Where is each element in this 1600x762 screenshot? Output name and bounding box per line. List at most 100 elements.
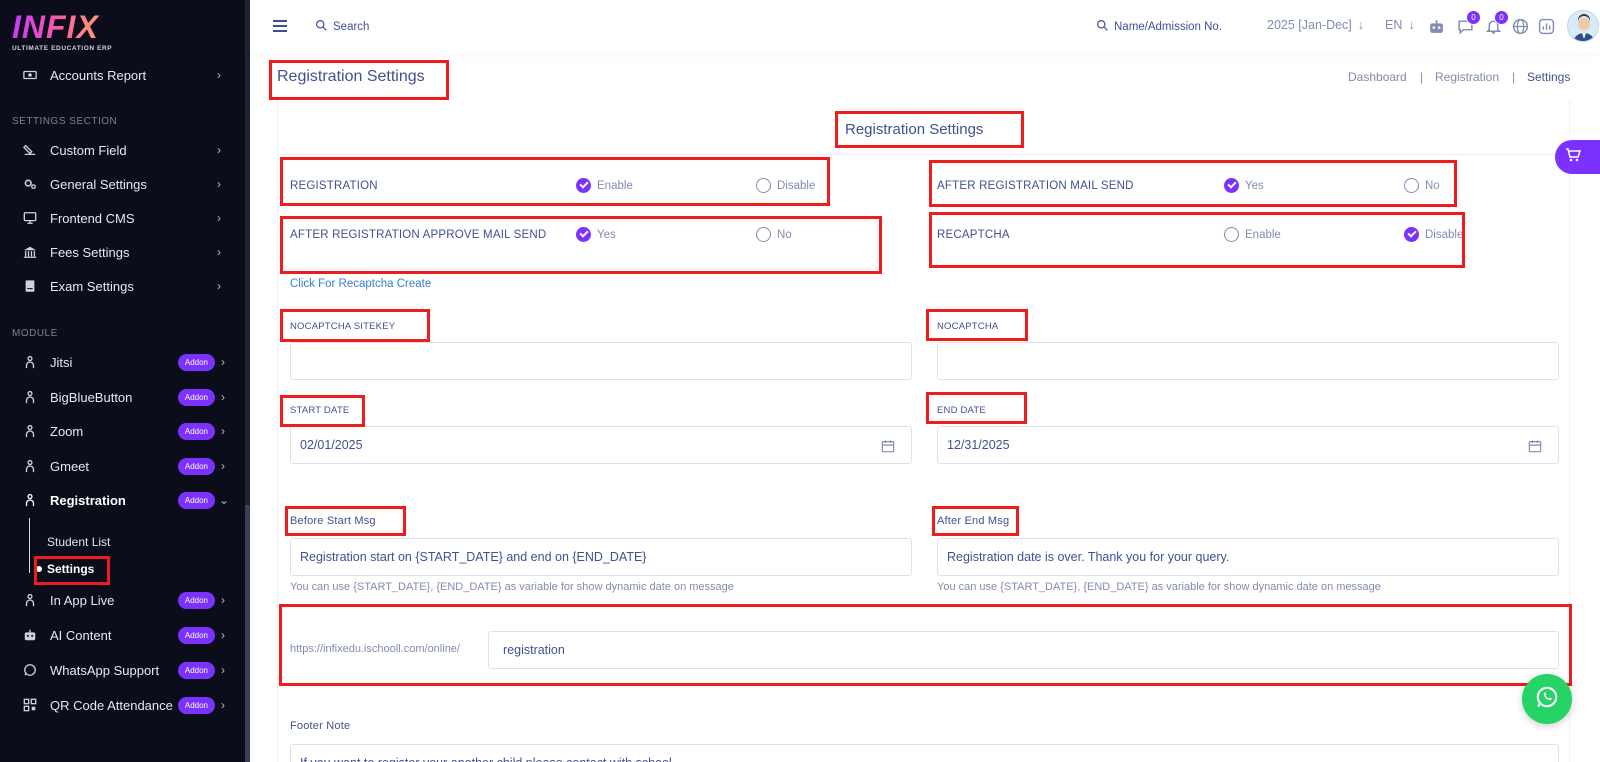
before-start-msg-hint: You can use {START_DATE}, {END_DATE} as … (290, 581, 734, 593)
sidebar-item-frontend-cms[interactable]: Frontend CMS › (0, 201, 245, 235)
calendar-icon[interactable] (881, 439, 895, 453)
hamburger-menu-icon[interactable] (272, 18, 288, 34)
addon-badge: Addon (177, 591, 215, 609)
radio-checked-icon (576, 178, 591, 193)
user-avatar[interactable] (1567, 10, 1599, 42)
sidebar-scrollbar-thumb[interactable] (245, 505, 250, 762)
sidebar-item-label: Accounts Report (50, 67, 147, 83)
approve-mail-yes-radio[interactable]: Yes (576, 227, 616, 242)
registration-disable-radio[interactable]: Disable (756, 178, 815, 193)
footer-note-label: Footer Note (290, 720, 351, 732)
sidebar-subitem-settings[interactable]: Settings (47, 562, 94, 576)
person-icon (23, 593, 37, 607)
recaptcha-enable-radio[interactable]: Enable (1224, 227, 1281, 242)
sidebar-item-ai-content[interactable]: AI Content Addon › (0, 618, 245, 652)
logo[interactable]: INFIX ULTIMATE EDUCATION ERP (12, 10, 112, 56)
nocaptcha-label: NOCAPTCHA (937, 321, 999, 332)
logo-tagline: ULTIMATE EDUCATION ERP (12, 45, 113, 52)
card-divider (277, 154, 1570, 155)
chevron-right-icon: › (221, 593, 225, 607)
start-date-input[interactable]: 02/01/2025 (290, 426, 912, 464)
before-start-msg-input[interactable]: Registration start on {START_DATE} and e… (290, 538, 912, 576)
cart-icon (1565, 147, 1582, 168)
recaptcha-create-link[interactable]: Click For Recaptcha Create (290, 278, 431, 290)
recaptcha-label: RECAPTCHA (937, 229, 1010, 241)
money-icon (23, 68, 37, 82)
after-end-msg-hint: You can use {START_DATE}, {END_DATE} as … (937, 581, 1381, 593)
card-title: Registration Settings (845, 121, 984, 138)
sidebar: INFIX ULTIMATE EDUCATION ERP Accounts Re… (0, 0, 250, 762)
after-end-msg-input[interactable]: Registration date is over. Thank you for… (937, 538, 1559, 576)
person-icon (23, 390, 37, 404)
before-start-msg-label: Before Start Msg (290, 515, 376, 527)
global-search[interactable]: Search (315, 19, 369, 35)
chart-icon[interactable] (1536, 16, 1556, 36)
radio-label: Yes (597, 228, 616, 241)
sidebar-item-qr-code-attendance[interactable]: QR Code Attendance Addon › (0, 688, 245, 722)
addon-badge: Addon (177, 626, 215, 644)
sidebar-item-whatsapp-support[interactable]: WhatsApp Support Addon › (0, 653, 245, 687)
sidebar-item-zoom[interactable]: Zoom Addon › (0, 414, 245, 448)
sidebar-item-label: Exam Settings (50, 278, 134, 294)
radio-unchecked-icon (756, 178, 771, 193)
sidebar-item-label: Frontend CMS (50, 210, 135, 226)
gear-icon (23, 177, 37, 191)
radio-label: Yes (1245, 179, 1264, 192)
sidebar-item-general-settings[interactable]: General Settings › (0, 167, 245, 201)
sidebar-item-fees-settings[interactable]: Fees Settings › (0, 235, 245, 269)
chevron-right-icon: › (221, 459, 225, 473)
language-select[interactable]: EN ↓ (1385, 18, 1415, 32)
admission-search-label: Name/Admission No. (1114, 21, 1223, 33)
person-icon (23, 424, 37, 438)
footer-note-input[interactable]: If you want to register your another chi… (290, 744, 1559, 762)
cart-button[interactable] (1555, 140, 1600, 174)
session-select[interactable]: 2025 [Jan-Dec] ↓ (1267, 18, 1364, 32)
url-slug-input[interactable]: registration (488, 631, 1559, 669)
globe-icon[interactable] (1510, 16, 1530, 36)
chevron-down-icon: ⌄ (219, 493, 230, 507)
nocaptcha-sitekey-input[interactable] (290, 342, 912, 380)
end-date-input[interactable]: 12/31/2025 (937, 426, 1559, 464)
whatsapp-chat-button[interactable] (1522, 674, 1572, 724)
sidebar-item-in-app-live[interactable]: In App Live Addon › (0, 583, 245, 617)
arrow-down-icon: ↓ (1408, 18, 1415, 32)
breadcrumb-separator: | (1420, 70, 1424, 84)
breadcrumb-registration[interactable]: Registration (1435, 70, 1499, 84)
breadcrumb-settings: Settings (1527, 70, 1571, 84)
module-section-title: MODULE (12, 328, 58, 339)
sidebar-subitem-student-list[interactable]: Student List (47, 535, 110, 549)
admission-search[interactable]: Name/Admission No. (1096, 19, 1222, 35)
addon-badge: Addon (177, 491, 215, 509)
after-mail-yes-radio[interactable]: Yes (1224, 178, 1264, 193)
sidebar-item-label: AI Content (50, 627, 112, 643)
sidebar-item-accounts-report[interactable]: Accounts Report › (0, 58, 245, 92)
approve-mail-label: AFTER REGISTRATION APPROVE MAIL SEND (290, 229, 547, 241)
chevron-right-icon: › (221, 698, 225, 712)
sidebar-item-registration[interactable]: Registration Addon ⌄ (0, 483, 245, 517)
approve-mail-no-radio[interactable]: No (756, 227, 792, 242)
sidebar-item-jitsi[interactable]: Jitsi Addon › (0, 345, 245, 379)
recaptcha-disable-radio[interactable]: Disable (1404, 227, 1463, 242)
sidebar-item-gmeet[interactable]: Gmeet Addon › (0, 449, 245, 483)
breadcrumb-dashboard[interactable]: Dashboard (1348, 70, 1407, 84)
start-date-value: 02/01/2025 (300, 438, 363, 452)
message-icon[interactable]: 0 (1455, 10, 1481, 36)
radio-unchecked-icon (756, 227, 771, 242)
sidebar-item-label: Gmeet (50, 458, 90, 474)
calendar-icon[interactable] (1528, 439, 1542, 453)
robot-icon (23, 628, 37, 642)
addon-badge: Addon (177, 353, 215, 371)
after-mail-no-radio[interactable]: No (1404, 178, 1440, 193)
nocaptcha-input[interactable] (937, 342, 1559, 380)
sidebar-item-bigbluebutton[interactable]: BigBlueButton Addon › (0, 380, 245, 414)
chevron-right-icon: › (217, 211, 221, 225)
after-mail-label: AFTER REGISTRATION MAIL SEND (937, 180, 1134, 192)
radio-checked-icon (576, 227, 591, 242)
bell-icon[interactable]: 0 (1483, 10, 1509, 36)
robot-icon[interactable] (1426, 16, 1446, 36)
search-icon (315, 19, 328, 35)
sidebar-item-exam-settings[interactable]: Exam Settings › (0, 269, 245, 303)
sidebar-item-custom-field[interactable]: Custom Field › (0, 133, 245, 167)
top-header: Search Name/Admission No. 2025 [Jan-Dec]… (250, 0, 1600, 53)
registration-enable-radio[interactable]: Enable (576, 178, 633, 193)
